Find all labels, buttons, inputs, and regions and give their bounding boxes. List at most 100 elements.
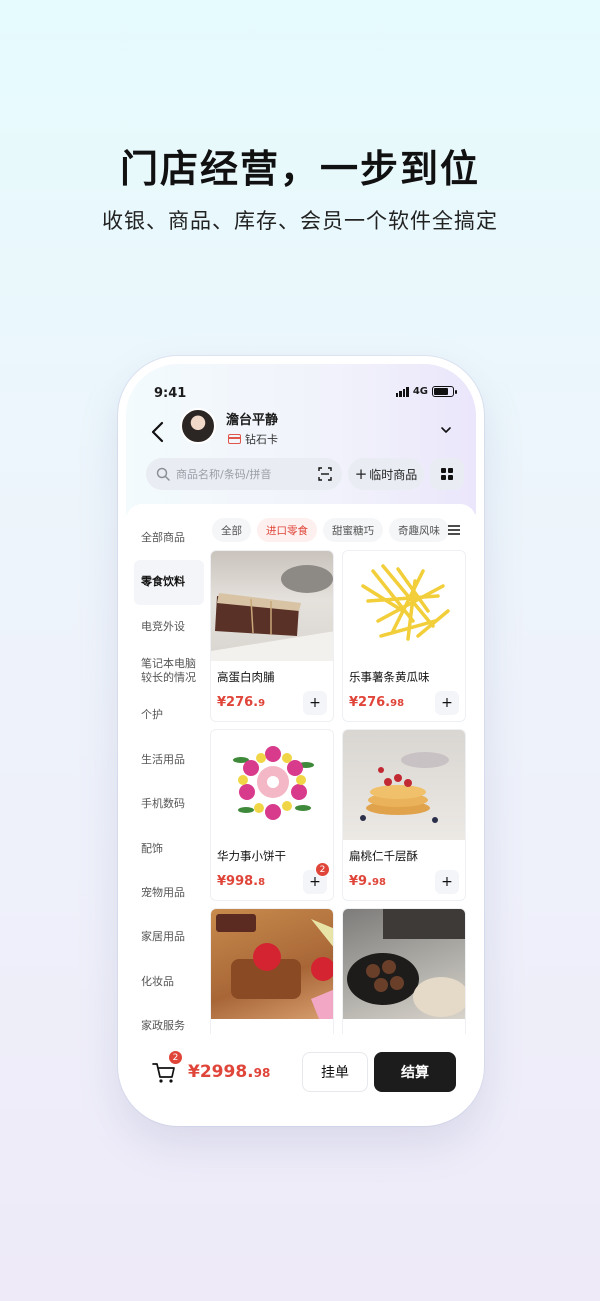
sidebar-item-label: 家政服务 <box>141 1019 185 1033</box>
checkout-bar: 2 ¥2998.98 挂单 结算 <box>126 1034 476 1118</box>
checkout-button[interactable]: 结算 <box>374 1052 456 1092</box>
status-time: 9:41 <box>154 386 187 401</box>
avatar[interactable] <box>180 408 216 444</box>
cart-total: ¥2998.98 <box>188 1062 270 1082</box>
signal-icon <box>395 386 409 397</box>
sidebar-item[interactable]: 零食饮料 <box>134 560 204 605</box>
grid-view-button[interactable] <box>430 458 464 490</box>
member-name: 澹台平静 <box>226 413 279 428</box>
plus-icon: + <box>441 695 453 711</box>
plus-icon: + <box>441 874 453 890</box>
scan-icon[interactable] <box>318 467 332 481</box>
sidebar-item[interactable]: 生活用品 <box>134 738 204 782</box>
cart-count-badge: 2 <box>315 862 330 877</box>
sidebar-item[interactable]: 配饰 <box>134 827 204 871</box>
network-label: 4G <box>412 386 428 397</box>
sidebar-item-label: 配饰 <box>141 841 163 855</box>
sidebar-item[interactable]: 电竞外设 <box>134 605 204 649</box>
cart-count-badge: 2 <box>168 1050 183 1065</box>
product-image <box>211 730 333 840</box>
product-name: 高蛋白肉脯 <box>217 670 275 684</box>
plus-icon: + <box>309 695 321 711</box>
sidebar-item[interactable]: 手机数码 <box>134 782 204 826</box>
sidebar-item-label: 化妆品 <box>141 974 174 988</box>
sidebar-item-label: 电竞外设 <box>141 619 185 633</box>
sidebar-item[interactable]: 个护 <box>134 694 204 738</box>
category-sidebar: 全部商品 零食饮料 电竞外设 笔记本电脑较长的情况 个护 生活用品 手机数码 配… <box>134 516 204 1049</box>
product-price: ¥276.9 <box>217 695 265 710</box>
phone-frame: 9:41 4G 澹台平静 钻石卡 商品名称/条码/拼音 + 临时商品 全部商品 … <box>118 356 484 1126</box>
tab-all[interactable]: 全部 <box>212 518 251 542</box>
sidebar-item-label: 手机数码 <box>141 797 185 811</box>
tab-label: 奇趣风味 <box>398 524 440 537</box>
hero-subtitle: 收银、商品、库存、会员一个软件全搞定 <box>102 209 498 233</box>
product-price-main: ¥998. <box>217 874 259 889</box>
product-image <box>343 730 465 840</box>
chevron-down-icon[interactable] <box>440 424 452 436</box>
product-image <box>343 551 465 661</box>
card-icon <box>228 434 241 444</box>
sidebar-item-label: 笔记本电脑较长的情况 <box>141 656 196 685</box>
sidebar-item-label: 零食饮料 <box>141 575 185 589</box>
menu-icon[interactable] <box>448 525 460 535</box>
product-name: 乐事薯条黄瓜味 <box>349 670 430 684</box>
sidebar-item-label: 家居用品 <box>141 930 185 944</box>
battery-icon <box>432 386 457 397</box>
tab-sweets[interactable]: 甜蜜糖巧 <box>323 518 383 542</box>
sidebar-item[interactable]: 家居用品 <box>134 916 204 960</box>
product-name: 华力事小饼干 <box>217 849 286 863</box>
sidebar-item-label: 生活用品 <box>141 752 185 766</box>
phone-screen: 9:41 4G 澹台平静 钻石卡 商品名称/条码/拼音 + 临时商品 全部商品 … <box>126 364 476 1118</box>
tab-imported-snacks[interactable]: 进口零食 <box>257 518 317 542</box>
sidebar-item-label: 全部商品 <box>141 530 185 544</box>
product-price: ¥998.8 <box>217 874 265 889</box>
product-name: 扁桃仁千层酥 <box>349 849 418 863</box>
plus-icon: + <box>354 465 368 483</box>
tab-label: 甜蜜糖巧 <box>332 524 374 537</box>
tab-flavors[interactable]: 奇趣风味 <box>389 518 449 542</box>
tab-label: 全部 <box>221 524 242 537</box>
product-image <box>343 909 465 1019</box>
product-price-main: ¥276. <box>349 695 391 710</box>
add-to-cart-button[interactable]: + <box>435 870 459 894</box>
product-card[interactable]: 高蛋白肉脯 ¥276.9 + <box>210 550 334 722</box>
sidebar-item[interactable]: 全部商品 <box>134 516 204 560</box>
main-content: 全部商品 零食饮料 电竞外设 笔记本电脑较长的情况 个护 生活用品 手机数码 配… <box>126 504 476 1054</box>
hold-order-button[interactable]: 挂单 <box>302 1052 368 1092</box>
product-price-decimal: 9 <box>258 698 266 709</box>
cart-icon[interactable] <box>152 1062 176 1084</box>
product-card[interactable]: 华力事小饼干 ¥998.8 + 2 <box>210 729 334 901</box>
search-input[interactable]: 商品名称/条码/拼音 <box>146 458 342 490</box>
sidebar-item[interactable]: 化妆品 <box>134 960 204 1004</box>
member-level: 钻石卡 <box>228 431 278 447</box>
product-price: ¥276.98 <box>349 695 404 710</box>
cart-total-decimal: 98 <box>253 1066 271 1080</box>
back-arrow-icon[interactable] <box>148 420 168 444</box>
product-price-main: ¥276. <box>217 695 259 710</box>
category-tabs: 全部 进口零食 甜蜜糖巧 奇趣风味 <box>212 516 470 544</box>
search-placeholder: 商品名称/条码/拼音 <box>176 468 272 481</box>
cart-total-main: ¥2998. <box>188 1062 254 1082</box>
sidebar-item[interactable]: 宠物用品 <box>134 871 204 915</box>
product-card[interactable] <box>210 908 334 1054</box>
product-card[interactable]: 扁桃仁千层酥 ¥9.98 + <box>342 729 466 901</box>
product-price: ¥9.98 <box>349 874 386 889</box>
tab-label: 进口零食 <box>266 524 308 537</box>
product-image <box>211 551 333 661</box>
search-icon <box>156 467 170 481</box>
sidebar-item-label: 宠物用品 <box>141 885 185 899</box>
product-card[interactable] <box>342 908 466 1054</box>
product-card[interactable]: 乐事薯条黄瓜味 ¥276.98 + <box>342 550 466 722</box>
product-price-decimal: 8 <box>258 877 266 888</box>
sidebar-item-label: 个护 <box>141 708 163 722</box>
grid-icon <box>441 468 453 480</box>
sidebar-item[interactable]: 笔记本电脑较长的情况 <box>134 649 204 693</box>
product-price-main: ¥9. <box>349 874 373 889</box>
temp-goods-button[interactable]: + 临时商品 <box>348 458 424 490</box>
add-to-cart-button[interactable]: + <box>435 691 459 715</box>
status-indicators: 4G <box>395 386 457 397</box>
product-price-decimal: 98 <box>390 698 405 709</box>
product-grid: 高蛋白肉脯 ¥276.9 + 乐事薯条黄瓜味 ¥276.98 + 华力事小饼干 … <box>210 550 466 1054</box>
product-price-decimal: 98 <box>372 877 386 888</box>
add-to-cart-button[interactable]: + <box>303 691 327 715</box>
